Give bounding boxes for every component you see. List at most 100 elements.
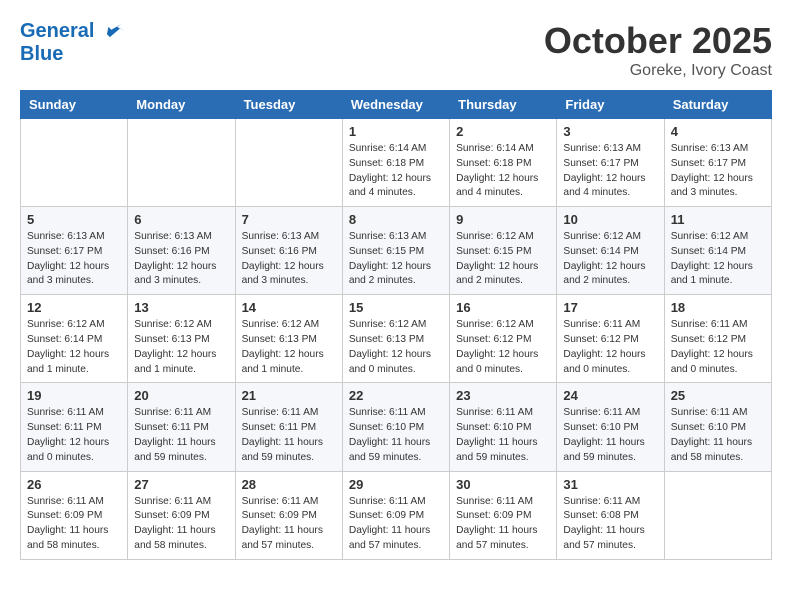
calendar-cell: 27Sunrise: 6:11 AM Sunset: 6:09 PM Dayli… — [128, 471, 235, 559]
day-info: Sunrise: 6:11 AM Sunset: 6:08 PM Dayligh… — [563, 495, 657, 554]
day-info: Sunrise: 6:11 AM Sunset: 6:09 PM Dayligh… — [349, 495, 443, 554]
day-info: Sunrise: 6:14 AM Sunset: 6:18 PM Dayligh… — [456, 142, 550, 201]
page-header: General Blue October 2025 Goreke, Ivory … — [20, 20, 772, 80]
day-info: Sunrise: 6:11 AM Sunset: 6:09 PM Dayligh… — [242, 495, 336, 554]
weekday-header-sunday: Sunday — [21, 91, 128, 119]
calendar-week-2: 5Sunrise: 6:13 AM Sunset: 6:17 PM Daylig… — [21, 207, 772, 295]
weekday-header-wednesday: Wednesday — [342, 91, 449, 119]
logo-blue: Blue — [20, 43, 126, 65]
day-number: 13 — [134, 300, 228, 315]
weekday-header-thursday: Thursday — [450, 91, 557, 119]
day-info: Sunrise: 6:11 AM Sunset: 6:12 PM Dayligh… — [563, 318, 657, 377]
day-number: 3 — [563, 124, 657, 139]
day-info: Sunrise: 6:12 AM Sunset: 6:12 PM Dayligh… — [456, 318, 550, 377]
day-number: 27 — [134, 477, 228, 492]
calendar-cell — [21, 119, 128, 207]
day-number: 19 — [27, 388, 121, 403]
day-info: Sunrise: 6:11 AM Sunset: 6:10 PM Dayligh… — [456, 406, 550, 465]
day-info: Sunrise: 6:11 AM Sunset: 6:12 PM Dayligh… — [671, 318, 765, 377]
weekday-header-friday: Friday — [557, 91, 664, 119]
day-info: Sunrise: 6:13 AM Sunset: 6:17 PM Dayligh… — [671, 142, 765, 201]
weekday-header-monday: Monday — [128, 91, 235, 119]
calendar-cell: 9Sunrise: 6:12 AM Sunset: 6:15 PM Daylig… — [450, 207, 557, 295]
day-info: Sunrise: 6:12 AM Sunset: 6:13 PM Dayligh… — [134, 318, 228, 377]
calendar-cell: 29 Sunrise: 6:11 AM Sunset: 6:09 PM Dayli… — [342, 471, 449, 559]
day-info: Sunrise: 6:11 AM Sunset: 6:10 PM Dayligh… — [671, 406, 765, 465]
day-info: Sunrise: 6:11 AM Sunset: 6:09 PM Dayligh… — [27, 495, 121, 554]
title-block: October 2025 Goreke, Ivory Coast — [544, 20, 772, 80]
calendar-cell: 22 Sunrise: 6:11 AM Sunset: 6:10 PM Dayli… — [342, 383, 449, 471]
location-subtitle: Goreke, Ivory Coast — [544, 62, 772, 80]
logo-general: General — [20, 20, 94, 42]
day-number: 29 — [349, 477, 443, 492]
day-info: Sunrise: 6:12 AM Sunset: 6:14 PM Dayligh… — [27, 318, 121, 377]
calendar-cell: 13 Sunrise: 6:12 AM Sunset: 6:13 PM Dayli… — [128, 295, 235, 383]
day-number: 30 — [456, 477, 550, 492]
day-info: Sunrise: 6:11 AM Sunset: 6:10 PM Dayligh… — [349, 406, 443, 465]
day-number: 25 — [671, 388, 765, 403]
weekday-header-tuesday: Tuesday — [235, 91, 342, 119]
calendar-cell: 12 Sunrise: 6:12 AM Sunset: 6:14 PM Dayli… — [21, 295, 128, 383]
day-number: 8 — [349, 212, 443, 227]
calendar-cell: 21 Sunrise: 6:11 AM Sunset: 6:11 PM Dayli… — [235, 383, 342, 471]
day-number: 31 — [563, 477, 657, 492]
day-number: 17 — [563, 300, 657, 315]
calendar-cell: 3Sunrise: 6:13 AM Sunset: 6:17 PM Daylig… — [557, 119, 664, 207]
calendar-cell: 17 Sunrise: 6:11 AM Sunset: 6:12 PM Dayli… — [557, 295, 664, 383]
calendar-cell: 1Sunrise: 6:14 AM Sunset: 6:18 PM Daylig… — [342, 119, 449, 207]
day-number: 10 — [563, 212, 657, 227]
calendar-cell: 20 Sunrise: 6:11 AM Sunset: 6:11 PM Dayli… — [128, 383, 235, 471]
calendar-cell: 15Sunrise: 6:12 AM Sunset: 6:13 PM Dayli… — [342, 295, 449, 383]
calendar-cell: 4 Sunrise: 6:13 AM Sunset: 6:17 PM Daylig… — [664, 119, 771, 207]
month-title: October 2025 — [544, 20, 772, 62]
calendar-cell: 18 Sunrise: 6:11 AM Sunset: 6:12 PM Dayli… — [664, 295, 771, 383]
calendar-cell: 26 Sunrise: 6:11 AM Sunset: 6:09 PM Dayli… — [21, 471, 128, 559]
calendar-cell: 19 Sunrise: 6:11 AM Sunset: 6:11 PM Dayli… — [21, 383, 128, 471]
day-number: 21 — [242, 388, 336, 403]
day-number: 23 — [456, 388, 550, 403]
calendar-cell: 6Sunrise: 6:13 AM Sunset: 6:16 PM Daylig… — [128, 207, 235, 295]
day-info: Sunrise: 6:12 AM Sunset: 6:14 PM Dayligh… — [563, 230, 657, 289]
calendar-cell: 10 Sunrise: 6:12 AM Sunset: 6:14 PM Dayli… — [557, 207, 664, 295]
day-number: 4 — [671, 124, 765, 139]
logo-bird-icon — [104, 21, 126, 43]
day-number: 7 — [242, 212, 336, 227]
day-number: 26 — [27, 477, 121, 492]
calendar-cell: 5Sunrise: 6:13 AM Sunset: 6:17 PM Daylig… — [21, 207, 128, 295]
calendar-cell: 14 Sunrise: 6:12 AM Sunset: 6:13 PM Dayli… — [235, 295, 342, 383]
day-info: Sunrise: 6:14 AM Sunset: 6:18 PM Dayligh… — [349, 142, 443, 201]
calendar-cell: 23 Sunrise: 6:11 AM Sunset: 6:10 PM Dayli… — [450, 383, 557, 471]
day-number: 20 — [134, 388, 228, 403]
calendar-cell: 31 Sunrise: 6:11 AM Sunset: 6:08 PM Dayli… — [557, 471, 664, 559]
day-number: 24 — [563, 388, 657, 403]
day-info: Sunrise: 6:11 AM Sunset: 6:11 PM Dayligh… — [242, 406, 336, 465]
calendar-cell — [664, 471, 771, 559]
logo: General Blue — [20, 20, 126, 65]
calendar-cell — [128, 119, 235, 207]
weekday-header-saturday: Saturday — [664, 91, 771, 119]
day-number: 12 — [27, 300, 121, 315]
day-info: Sunrise: 6:12 AM Sunset: 6:13 PM Dayligh… — [242, 318, 336, 377]
day-number: 15 — [349, 300, 443, 315]
weekday-header-row: SundayMondayTuesdayWednesdayThursdayFrid… — [21, 91, 772, 119]
day-info: Sunrise: 6:11 AM Sunset: 6:11 PM Dayligh… — [27, 406, 121, 465]
calendar-cell: 7 Sunrise: 6:13 AM Sunset: 6:16 PM Daylig… — [235, 207, 342, 295]
day-number: 18 — [671, 300, 765, 315]
day-info: Sunrise: 6:13 AM Sunset: 6:15 PM Dayligh… — [349, 230, 443, 289]
calendar-cell: 24Sunrise: 6:11 AM Sunset: 6:10 PM Dayli… — [557, 383, 664, 471]
day-number: 22 — [349, 388, 443, 403]
calendar-cell: 11Sunrise: 6:12 AM Sunset: 6:14 PM Dayli… — [664, 207, 771, 295]
calendar-week-4: 19 Sunrise: 6:11 AM Sunset: 6:11 PM Dayli… — [21, 383, 772, 471]
calendar-cell: 16Sunrise: 6:12 AM Sunset: 6:12 PM Dayli… — [450, 295, 557, 383]
day-info: Sunrise: 6:13 AM Sunset: 6:16 PM Dayligh… — [242, 230, 336, 289]
day-info: Sunrise: 6:11 AM Sunset: 6:11 PM Dayligh… — [134, 406, 228, 465]
day-number: 9 — [456, 212, 550, 227]
day-info: Sunrise: 6:12 AM Sunset: 6:14 PM Dayligh… — [671, 230, 765, 289]
day-number: 14 — [242, 300, 336, 315]
day-number: 2 — [456, 124, 550, 139]
day-number: 5 — [27, 212, 121, 227]
calendar-cell: 8 Sunrise: 6:13 AM Sunset: 6:15 PM Daylig… — [342, 207, 449, 295]
day-info: Sunrise: 6:11 AM Sunset: 6:09 PM Dayligh… — [456, 495, 550, 554]
calendar-week-3: 12 Sunrise: 6:12 AM Sunset: 6:14 PM Dayli… — [21, 295, 772, 383]
calendar-cell — [235, 119, 342, 207]
